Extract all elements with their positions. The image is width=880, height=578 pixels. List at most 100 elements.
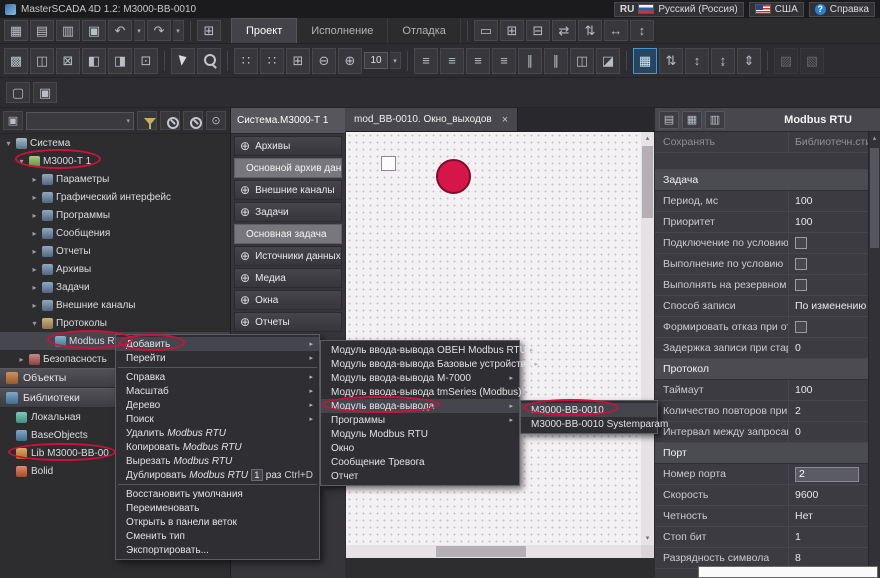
bottom-edit-field[interactable] xyxy=(698,566,878,578)
order-down-icon[interactable]: ↕ xyxy=(685,48,709,74)
expand-arrow-icon[interactable]: ▸ xyxy=(30,283,39,292)
categorize-icon[interactable]: ▤ xyxy=(659,111,679,129)
duplicate-count-input[interactable]: 1 xyxy=(251,469,263,481)
open-project-icon[interactable]: ▥ xyxy=(56,20,80,41)
menu-item-export[interactable]: Экспортировать... xyxy=(116,543,319,557)
ungroup-icon[interactable]: ▧ xyxy=(800,48,824,74)
menu-item-restore-defaults[interactable]: Восстановить умолчания xyxy=(116,487,319,501)
tree-view-icon[interactable]: ▣ xyxy=(3,111,23,130)
submenu-item-io-base[interactable]: Модуль ввода-вывода Базовые устройства ▸ xyxy=(321,357,519,371)
submenu-item-m3000-bb-0010-systemparam[interactable]: M3000-BB-0010 Systemparam xyxy=(521,417,657,431)
paste-icon[interactable]: ▩ xyxy=(4,48,28,74)
tree-item-m3000-t1[interactable]: ▾ M3000-T 1 xyxy=(0,152,230,170)
menu-item-search[interactable]: Поиск ▸ xyxy=(116,412,319,426)
swap-vertical-icon[interactable]: ⇅ xyxy=(578,20,602,41)
tree-item-archives[interactable]: ▸ Архивы xyxy=(0,260,230,278)
submenu-item-io-module[interactable]: Модуль ввода-вывода ▸ xyxy=(321,399,519,413)
align-left-icon[interactable]: ≡ xyxy=(414,48,438,74)
stretch-horizontal-icon[interactable]: ↔ xyxy=(604,20,628,41)
undo-icon[interactable]: ↶ xyxy=(108,20,132,41)
send-back-icon[interactable]: ⇕ xyxy=(737,48,761,74)
add-icon[interactable]: ⊕ xyxy=(240,315,250,329)
scrollbar-thumb[interactable] xyxy=(642,146,653,218)
expand-arrow-icon[interactable]: ▸ xyxy=(17,355,26,364)
tree-item-programs[interactable]: ▸ Программы xyxy=(0,206,230,224)
locate-icon[interactable]: ⊙ xyxy=(206,111,226,130)
tree-item-parameters[interactable]: ▸ Параметры xyxy=(0,170,230,188)
section-task[interactable]: Задача xyxy=(655,170,868,191)
menu-item-goto[interactable]: Перейти ▸ xyxy=(116,351,319,365)
clone-right-icon[interactable]: ◨ xyxy=(108,48,132,74)
menu-item-add[interactable]: Добавить ▸ xyxy=(116,337,319,351)
submenu-item-programs[interactable]: Программы ▸ xyxy=(321,413,519,427)
section-protocol[interactable]: Протокол xyxy=(655,359,868,380)
tree-item-system[interactable]: ▾ Система xyxy=(0,134,230,152)
submenu-item-window[interactable]: Окно xyxy=(321,441,519,455)
tree-filter-dropdown[interactable]: ▾ xyxy=(26,112,134,130)
object-category-archives[interactable]: ⊕ Архивы xyxy=(234,136,342,156)
object-category-tasks[interactable]: ⊕ Задачи xyxy=(234,202,342,222)
tree-item-protocols[interactable]: ▾ Протоколы xyxy=(0,314,230,332)
swap-horizontal-icon[interactable]: ⇄ xyxy=(552,20,576,41)
menu-item-change-type[interactable]: Сменить тип xyxy=(116,529,319,543)
scroll-up-icon[interactable]: ▴ xyxy=(869,132,880,145)
menu-item-scale[interactable]: Масштаб ▸ xyxy=(116,384,319,398)
expand-arrow-icon[interactable]: ▸ xyxy=(30,265,39,274)
stretch-vertical-icon[interactable]: ↕ xyxy=(630,20,654,41)
menu-item-rename[interactable]: Переименовать xyxy=(116,501,319,515)
expand-arrow-icon[interactable]: ▸ xyxy=(30,211,39,220)
canvas-red-circle-widget[interactable] xyxy=(436,159,471,194)
menu-item-cut[interactable]: Вырезать Modbus RTU xyxy=(116,454,319,468)
expand-arrow-icon[interactable]: ▸ xyxy=(30,193,39,202)
port-number-input[interactable]: 2 xyxy=(795,467,859,482)
expand-arrow-icon[interactable]: ▾ xyxy=(30,319,39,328)
expand-arrow-icon[interactable]: ▾ xyxy=(4,139,13,148)
submenu-item-modbus-module[interactable]: Модуль Modbus RTU xyxy=(321,427,519,441)
checkbox[interactable] xyxy=(795,258,807,270)
tree-item-tasks[interactable]: ▸ Задачи xyxy=(0,278,230,296)
add-icon[interactable]: ⊕ xyxy=(240,205,250,219)
add-icon[interactable]: ⊕ xyxy=(240,249,250,263)
expand-arrow-icon[interactable]: ▾ xyxy=(17,157,26,166)
new-window-icon[interactable]: ▢ xyxy=(6,82,30,103)
submenu-item-io-tmseries[interactable]: Модуль ввода-вывода tmSeries (Modbus) ▸ xyxy=(321,385,519,399)
checkbox[interactable] xyxy=(795,321,807,333)
add-icon[interactable]: ⊕ xyxy=(240,183,250,197)
object-category-external-channels[interactable]: ⊕ Внешние каналы xyxy=(234,180,342,200)
checkbox[interactable] xyxy=(795,279,807,291)
menu-item-delete[interactable]: Удалить Modbus RTU xyxy=(116,426,319,440)
tree-item-reports[interactable]: ▸ Отчеты xyxy=(0,242,230,260)
project-table-icon[interactable]: ▦ xyxy=(4,20,28,41)
object-category-windows[interactable]: ⊕ Окна xyxy=(234,290,342,310)
search-icon[interactable] xyxy=(160,111,180,130)
layout-icon[interactable]: ▣ xyxy=(33,82,57,103)
copy-icon[interactable]: ◫ xyxy=(30,48,54,74)
language-selector-ru[interactable]: RU Русский (Россия) xyxy=(614,2,744,17)
split-add-icon[interactable]: ⊞ xyxy=(500,20,524,41)
zoom-tool-icon[interactable] xyxy=(197,48,221,74)
distribute-horizontal-icon[interactable]: ∥ xyxy=(518,48,542,74)
redo-dropdown-icon[interactable]: ▾ xyxy=(173,20,184,41)
grid-dots-icon[interactable]: ∷ xyxy=(234,48,258,74)
align-right-icon[interactable]: ≡ xyxy=(466,48,490,74)
filter-icon[interactable] xyxy=(137,111,157,130)
checkbox[interactable] xyxy=(795,237,807,249)
tab-project[interactable]: Проект xyxy=(231,18,297,43)
scrollbar-thumb[interactable] xyxy=(436,546,526,557)
order-up-icon[interactable]: ⇅ xyxy=(659,48,683,74)
select-frame-icon[interactable]: ▭ xyxy=(474,20,498,41)
align-center-icon[interactable]: ≡ xyxy=(440,48,464,74)
menu-item-duplicate[interactable]: Дублировать Modbus RTU 1 раз Ctrl+D xyxy=(116,468,319,482)
redo-icon[interactable]: ↷ xyxy=(147,20,171,41)
clone-left-icon[interactable]: ◧ xyxy=(82,48,106,74)
grid-step-icon[interactable]: ⊕ xyxy=(338,48,362,74)
tab-debug[interactable]: Отладка xyxy=(388,18,460,43)
bring-front-icon[interactable]: ↨ xyxy=(711,48,735,74)
save-project-icon[interactable]: ▣ xyxy=(82,20,106,41)
menu-item-help[interactable]: Справка ▸ xyxy=(116,370,319,384)
add-icon[interactable]: ⊕ xyxy=(240,271,250,285)
expand-arrow-icon[interactable]: ▸ xyxy=(30,247,39,256)
canvas-vertical-scrollbar[interactable]: ▴ ▾ xyxy=(641,132,654,545)
submenu-item-io-oven[interactable]: Модуль ввода-вывода ОВЕН Modbus RTU ▸ xyxy=(321,343,519,357)
search-next-icon[interactable] xyxy=(183,111,203,130)
